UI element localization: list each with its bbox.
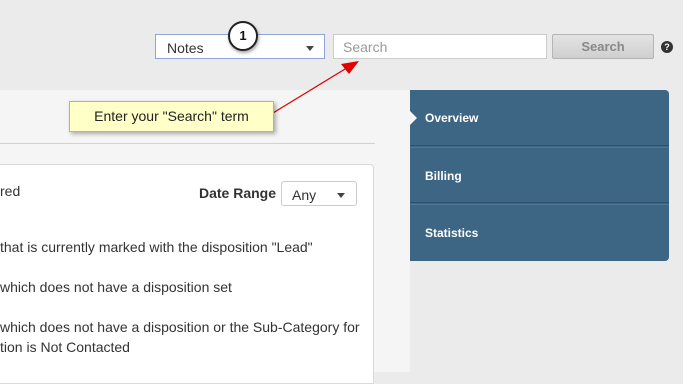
step-callout-badge: 1 (228, 21, 258, 51)
search-tooltip: Enter your "Search" term (69, 101, 274, 132)
nav-item-label: Billing (425, 169, 462, 183)
filter-option-text: which does not have a disposition set (0, 279, 232, 295)
nav-item-label: Overview (425, 111, 479, 125)
filter-option-text: tion is Not Contacted (0, 339, 130, 355)
active-indicator (410, 111, 417, 125)
filter-card: red Date Range Any that is currently mar… (0, 164, 374, 384)
filter-option-text: that is currently marked with the dispos… (0, 239, 313, 255)
main-content: red Date Range Any that is currently mar… (0, 90, 410, 384)
side-nav: Overview Billing Statistics (410, 90, 669, 261)
chevron-down-icon (337, 193, 345, 198)
date-range-label: Date Range (199, 185, 277, 201)
date-range-value: Any (292, 187, 317, 203)
search-type-value: Notes (167, 40, 204, 56)
top-search-bar: Notes Search ? (0, 0, 683, 90)
nav-item-statistics[interactable]: Statistics (410, 204, 669, 261)
nav-item-overview[interactable]: Overview (410, 90, 669, 146)
help-icon[interactable]: ? (661, 41, 673, 53)
nav-item-billing[interactable]: Billing (410, 147, 669, 203)
nav-item-label: Statistics (425, 226, 479, 240)
header-divider (0, 143, 375, 144)
search-button[interactable]: Search (552, 34, 654, 59)
filter-option-text: which does not have a disposition or the… (0, 319, 360, 335)
chevron-down-icon (306, 46, 314, 51)
date-range-select[interactable]: Any (281, 181, 357, 206)
status-text-fragment: red (0, 183, 21, 199)
search-input[interactable] (333, 34, 547, 59)
